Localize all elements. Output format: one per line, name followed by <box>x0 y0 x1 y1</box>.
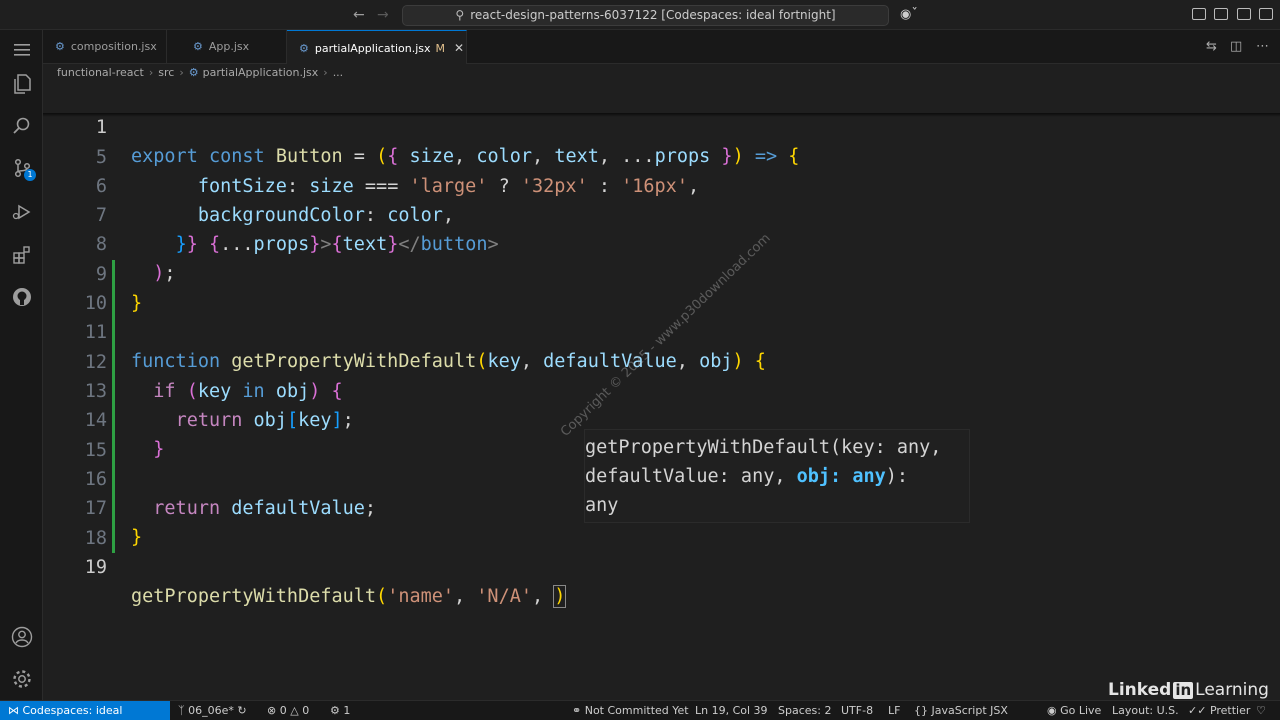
indentation-status[interactable]: Spaces: 2 <box>778 701 831 720</box>
language-mode[interactable]: {} JavaScript JSX <box>914 701 1008 720</box>
ports-status[interactable]: ⚙ 1 <box>330 701 350 720</box>
code-line[interactable]: 1 export const Button = ({ size, color, … <box>43 84 1280 167</box>
git-branch-icon: ᛉ <box>178 704 189 717</box>
settings-gear-icon[interactable] <box>0 668 43 694</box>
code-line[interactable]: 9 } <box>43 231 1280 314</box>
parameter-hint-widget: getPropertyWithDefault(key: any, default… <box>584 429 970 523</box>
braces-icon: {} <box>914 704 932 717</box>
toggle-sidebar-icon[interactable] <box>1214 8 1228 20</box>
activity-bar: 1 <box>0 30 43 700</box>
arrow-right-icon[interactable]: → <box>377 7 389 23</box>
error-icon: ⊗ <box>267 704 280 717</box>
hint-line: any <box>585 495 619 516</box>
code-text: getPropertyWithDefault('name', 'N/A', ) <box>131 585 567 608</box>
tab-label: App.jsx <box>208 40 250 53</box>
breadcrumb-item[interactable]: src <box>158 66 174 79</box>
title-bar: ← → ⚲ react-design-patterns-6037122 [Code… <box>0 0 1280 30</box>
hint-line: defaultValue: any, obj: any): <box>585 466 909 487</box>
tab-label: partialApplication.jsx <box>314 42 431 55</box>
hint-line: getPropertyWithDefault(key: any, <box>585 437 942 458</box>
commit-icon: ⚭ <box>572 704 585 717</box>
split-editor-icon[interactable]: ◫ <box>1230 39 1242 54</box>
code-line[interactable]: 10 <box>43 260 1280 314</box>
code-line[interactable]: 14 } <box>43 377 1280 460</box>
keyboard-layout[interactable]: Layout: U.S. <box>1112 701 1179 720</box>
open-changes-icon[interactable]: ⇆ <box>1206 39 1217 54</box>
arrow-left-icon[interactable]: ← <box>353 7 365 23</box>
copilot-icon[interactable]: ◉ˇ <box>900 7 918 22</box>
tab-partial-application[interactable]: ⚙ partialApplication.jsx M ✕ <box>287 30 467 64</box>
remote-indicator[interactable]: ⋈ Codespaces: ideal fortnight <box>0 701 170 720</box>
account-icon[interactable] <box>0 626 43 652</box>
react-file-icon: ⚙ <box>55 40 65 53</box>
git-blame-status[interactable]: ⚭ Not Committed Yet <box>572 701 689 720</box>
window-title: react-design-patterns-6037122 [Codespace… <box>470 8 836 22</box>
branch-status[interactable]: ᛉ 06_06e* ↻ <box>178 701 247 720</box>
code-line[interactable]: 13 return obj[key]; <box>43 348 1280 431</box>
run-debug-icon[interactable] <box>0 192 43 232</box>
cursor-position[interactable]: Ln 19, Col 39 <box>695 701 768 720</box>
go-live-button[interactable]: ◉ Go Live <box>1047 701 1101 720</box>
layout-panels-icon[interactable] <box>1192 8 1206 20</box>
command-center[interactable]: ⚲ react-design-patterns-6037122 [Codespac… <box>402 5 889 26</box>
more-actions-icon[interactable]: ⋯ <box>1256 39 1269 54</box>
remote-icon: ⋈ <box>8 704 23 717</box>
code-line[interactable]: 11 function getPropertyWithDefault(key, … <box>43 289 1280 372</box>
react-file-icon: ⚙ <box>188 66 199 79</box>
eol-status[interactable]: LF <box>888 701 900 720</box>
sync-icon: ↻ <box>237 704 247 717</box>
code-line[interactable]: 19 getPropertyWithDefault('name', 'N/A',… <box>43 524 1280 608</box>
react-file-icon: ⚙ <box>193 40 203 53</box>
encoding-status[interactable]: UTF-8 <box>841 701 873 720</box>
notifications-bell-icon[interactable]: ♡ <box>1256 701 1266 720</box>
line-number: 19 <box>84 557 107 578</box>
editor-tabs: ⚙ composition.jsx ⚙ App.jsx ⚙ partialApplic… <box>43 30 1280 64</box>
check-all-icon: ✓✓ <box>1188 704 1210 717</box>
close-icon[interactable]: ✕ <box>454 41 464 55</box>
breadcrumb-item[interactable]: partialApplication.jsx <box>203 66 319 79</box>
tab-composition[interactable]: ⚙ composition.jsx <box>43 30 167 64</box>
scm-badge: 1 <box>24 169 36 181</box>
search-icon: ⚲ <box>455 8 465 22</box>
breadcrumb-item[interactable]: functional-react <box>57 66 144 79</box>
search-icon[interactable] <box>0 106 43 146</box>
tab-app[interactable]: ⚙ App.jsx <box>167 30 287 64</box>
modified-indicator: M <box>435 42 446 55</box>
breadcrumb-item[interactable]: ... <box>333 66 344 79</box>
ports-icon: ⚙ <box>330 704 344 717</box>
extensions-icon[interactable] <box>0 235 43 275</box>
explorer-icon[interactable] <box>0 64 43 104</box>
code-line[interactable]: 7 }} {...props}>{text}</button> <box>43 172 1280 255</box>
source-control-icon[interactable] <box>0 148 43 188</box>
code-line[interactable]: 8 ); <box>43 201 1280 284</box>
react-file-icon: ⚙ <box>299 42 309 55</box>
code-editor[interactable]: 1 export const Button = ({ size, color, … <box>43 84 1280 700</box>
broadcast-icon: ◉ <box>1047 704 1061 717</box>
toggle-secondary-sidebar-icon[interactable] <box>1259 8 1273 20</box>
prettier-status[interactable]: ✓✓ Prettier <box>1188 701 1250 720</box>
code-line[interactable]: 5 fontSize: size === 'large' ? '32px' : … <box>43 114 1280 197</box>
status-bar: ⋈ Codespaces: ideal fortnight ᛉ 06_06e* … <box>0 700 1280 720</box>
code-line[interactable]: 6 backgroundColor: color, <box>43 143 1280 226</box>
tab-label: composition.jsx <box>70 40 157 53</box>
breadcrumb: functional-react › src › ⚙ partialApplication… <box>43 64 1280 84</box>
warning-icon: △ <box>290 704 303 717</box>
linkedin-learning-logo: Linked in Learning <box>1108 680 1269 700</box>
problems-status[interactable]: ⊗ 0 △ 0 <box>267 701 309 720</box>
toggle-panel-icon[interactable] <box>1237 8 1251 20</box>
github-icon[interactable] <box>0 277 43 317</box>
